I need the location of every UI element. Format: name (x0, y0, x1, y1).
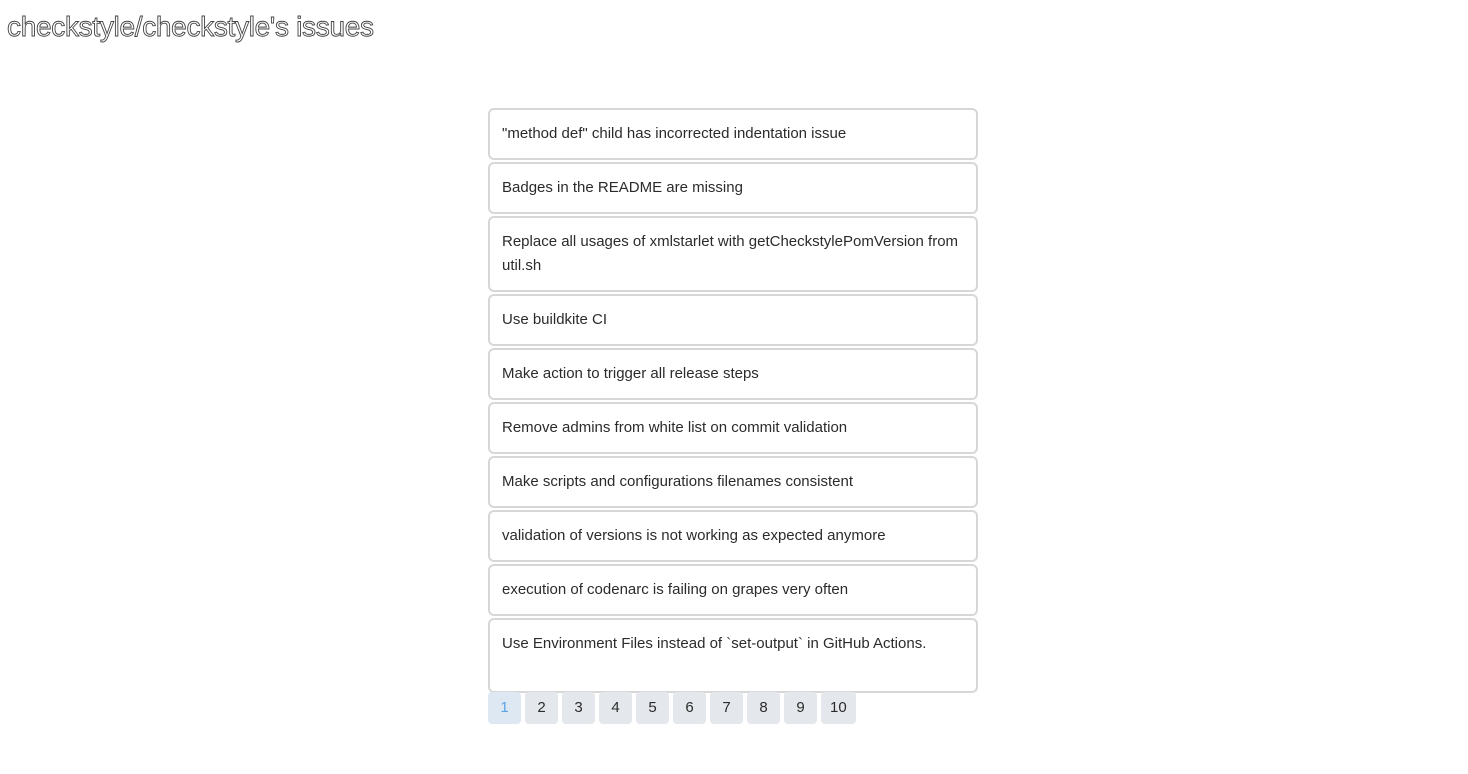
page-button-2[interactable]: 2 (525, 692, 558, 724)
issue-title: Use Environment Files instead of `set-ou… (502, 635, 927, 652)
issue-item[interactable]: Badges in the README are missing (488, 162, 978, 214)
page-button-10[interactable]: 10 (821, 692, 856, 724)
page-button-8[interactable]: 8 (747, 692, 780, 724)
issue-item[interactable]: Use Environment Files instead of `set-ou… (488, 618, 978, 693)
issue-title: "method def" child has incorrected inden… (502, 125, 847, 142)
issue-title: Make action to trigger all release steps (502, 365, 759, 382)
page-button-4[interactable]: 4 (599, 692, 632, 724)
issue-title: Remove admins from white list on commit … (502, 419, 848, 436)
issue-item[interactable]: execution of codenarc is failing on grap… (488, 564, 978, 616)
page-button-9[interactable]: 9 (784, 692, 817, 724)
page-button-1[interactable]: 1 (488, 692, 521, 724)
page-button-6[interactable]: 6 (673, 692, 706, 724)
page-button-5[interactable]: 5 (636, 692, 669, 724)
issue-item[interactable]: "method def" child has incorrected inden… (488, 108, 978, 160)
issue-item[interactable]: Replace all usages of xmlstarlet with ge… (488, 216, 978, 292)
issue-list: "method def" child has incorrected inden… (488, 108, 978, 693)
pagination: 1 2 3 4 5 6 7 8 9 10 (488, 692, 856, 724)
issue-item[interactable]: Make scripts and configurations filename… (488, 456, 978, 508)
issue-title: validation of versions is not working as… (502, 527, 886, 544)
issue-title: execution of codenarc is failing on grap… (502, 581, 849, 598)
issue-item[interactable]: validation of versions is not working as… (488, 510, 978, 562)
issue-title: Use buildkite CI (502, 311, 608, 328)
issue-title: Badges in the README are missing (502, 179, 743, 196)
issue-item[interactable]: Remove admins from white list on commit … (488, 402, 978, 454)
issue-item[interactable]: Make action to trigger all release steps (488, 348, 978, 400)
page-title: checkstyle/checkstyle's issues (7, 11, 375, 43)
issue-item[interactable]: Use buildkite CI (488, 294, 978, 346)
issue-title: Make scripts and configurations filename… (502, 473, 854, 490)
page-button-3[interactable]: 3 (562, 692, 595, 724)
issue-title: Replace all usages of xmlstarlet with ge… (502, 233, 959, 274)
page-button-7[interactable]: 7 (710, 692, 743, 724)
